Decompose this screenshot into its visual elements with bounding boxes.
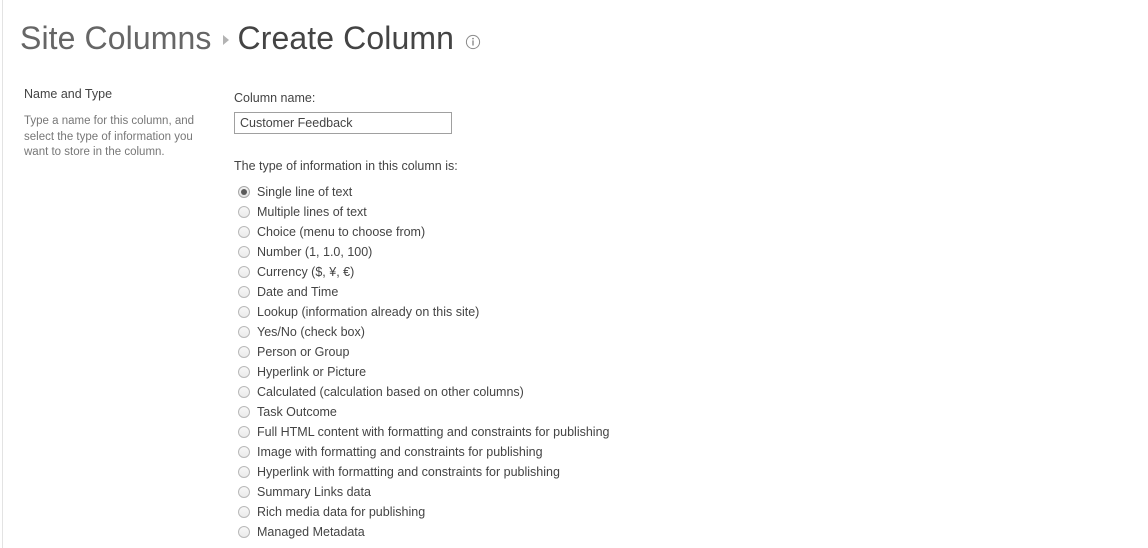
column-type-option-label: Rich media data for publishing — [257, 505, 426, 519]
column-type-option[interactable]: Image with formatting and constraints fo… — [234, 442, 934, 462]
radio-unchecked-icon[interactable] — [238, 446, 250, 458]
column-name-label: Column name: — [234, 91, 316, 105]
section-heading: Name and Type — [24, 87, 113, 101]
create-column-page: Site Columns Create Column Name and Type… — [0, 0, 1148, 548]
column-type-option-label: Image with formatting and constraints fo… — [257, 445, 543, 459]
column-type-option[interactable]: Multiple lines of text — [234, 202, 934, 222]
column-type-option-label: Number (1, 1.0, 100) — [257, 245, 373, 259]
column-type-radio-group: Single line of text Multiple lines of tex… — [234, 182, 934, 542]
column-type-option[interactable]: Rich media data for publishing — [234, 502, 934, 522]
column-type-option-label: Currency ($, ¥, €) — [257, 265, 355, 279]
column-type-option[interactable]: Yes/No (check box) — [234, 322, 934, 342]
column-type-option[interactable]: Full HTML content with formatting and co… — [234, 422, 934, 442]
column-type-option[interactable]: Single line of text — [234, 182, 934, 202]
page-title: Create Column — [237, 20, 455, 56]
create-column-form: Column name: The type of information in … — [234, 90, 934, 542]
column-type-option-label: Yes/No (check box) — [257, 325, 365, 339]
column-type-option-label: Multiple lines of text — [257, 205, 367, 219]
radio-unchecked-icon[interactable] — [238, 366, 250, 378]
column-type-option-label: Hyperlink with formatting and constraint… — [257, 465, 560, 479]
radio-unchecked-icon[interactable] — [238, 206, 250, 218]
radio-unchecked-icon[interactable] — [238, 346, 250, 358]
column-type-option[interactable]: Number (1, 1.0, 100) — [234, 242, 934, 262]
radio-unchecked-icon[interactable] — [238, 266, 250, 278]
radio-unchecked-icon[interactable] — [238, 506, 250, 518]
radio-unchecked-icon[interactable] — [238, 306, 250, 318]
info-icon[interactable] — [465, 34, 481, 50]
column-type-option-label: Date and Time — [257, 285, 339, 299]
radio-unchecked-icon[interactable] — [238, 486, 250, 498]
breadcrumb: Site Columns Create Column — [20, 22, 481, 54]
column-type-option-label: Summary Links data — [257, 485, 371, 499]
column-type-option[interactable]: Currency ($, ¥, €) — [234, 262, 934, 282]
column-type-option[interactable]: Date and Time — [234, 282, 934, 302]
column-name-input[interactable] — [234, 112, 452, 134]
column-type-option[interactable]: Task Outcome — [234, 402, 934, 422]
column-type-option-label: Single line of text — [257, 185, 353, 199]
column-type-option-label: Task Outcome — [257, 405, 337, 419]
radio-unchecked-icon[interactable] — [238, 246, 250, 258]
column-type-option-label: Person or Group — [257, 345, 350, 359]
column-type-option[interactable]: Calculated (calculation based on other c… — [234, 382, 934, 402]
radio-unchecked-icon[interactable] — [238, 286, 250, 298]
column-type-option-label: Calculated (calculation based on other c… — [257, 385, 524, 399]
radio-unchecked-icon[interactable] — [238, 526, 250, 538]
column-type-option-label: Lookup (information already on this site… — [257, 305, 480, 319]
column-type-option-label: Full HTML content with formatting and co… — [257, 425, 610, 439]
breadcrumb-link-site-columns[interactable]: Site Columns — [20, 22, 212, 54]
column-type-label: The type of information in this column i… — [234, 159, 458, 173]
column-type-option[interactable]: Hyperlink with formatting and constraint… — [234, 462, 934, 482]
page-left-border — [2, 0, 3, 548]
column-type-option-label: Managed Metadata — [257, 525, 365, 539]
column-type-option[interactable]: Managed Metadata — [234, 522, 934, 542]
column-type-option[interactable]: Choice (menu to choose from) — [234, 222, 934, 242]
radio-unchecked-icon[interactable] — [238, 406, 250, 418]
radio-unchecked-icon[interactable] — [238, 386, 250, 398]
radio-unchecked-icon[interactable] — [238, 226, 250, 238]
radio-unchecked-icon[interactable] — [238, 326, 250, 338]
section-description: Name and Type Type a name for this colum… — [24, 86, 220, 161]
caret-right-icon — [222, 35, 229, 45]
column-type-option[interactable]: Lookup (information already on this site… — [234, 302, 934, 322]
column-type-option[interactable]: Summary Links data — [234, 482, 934, 502]
column-type-option-label: Choice (menu to choose from) — [257, 225, 426, 239]
column-type-option[interactable]: Person or Group — [234, 342, 934, 362]
section-help-text: Type a name for this column, and select … — [24, 115, 195, 158]
radio-checked-icon[interactable] — [238, 186, 250, 198]
column-type-option[interactable]: Hyperlink or Picture — [234, 362, 934, 382]
column-type-option-label: Hyperlink or Picture — [257, 365, 367, 379]
radio-unchecked-icon[interactable] — [238, 466, 250, 478]
radio-unchecked-icon[interactable] — [238, 426, 250, 438]
